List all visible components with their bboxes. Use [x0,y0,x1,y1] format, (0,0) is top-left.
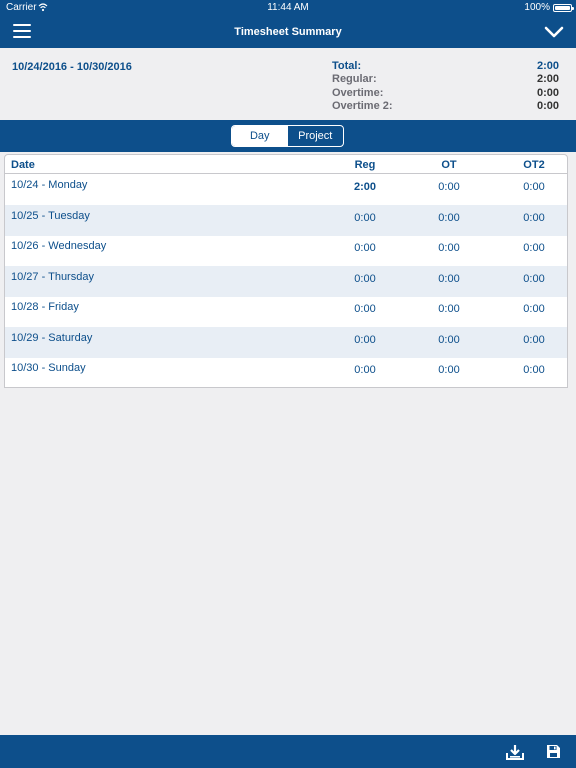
table-row[interactable]: 10/25 - Tuesday 0:00 0:00 0:00 [5,205,567,236]
summary-value: 0:00 [536,100,559,112]
battery-icon [553,4,574,12]
row-date: 10/25 - Tuesday [11,210,90,222]
timesheet-table: Date Reg OT OT2 10/24 - Monday 2:00 0:00… [4,154,568,388]
table-header: Date Reg OT OT2 [5,155,567,174]
row-ot2: 0:00 [523,242,545,254]
table-row[interactable]: 10/26 - Wednesday 0:00 0:00 0:00 [5,235,567,266]
summary-value: 2:00 [536,60,559,72]
row-date: 10/29 - Saturday [11,332,93,344]
summary-total: Total: 2:00 [332,60,559,73]
date-range: 10/24/2016 - 10/30/2016 [12,61,132,73]
summary-regular: Regular: 2:00 [332,73,559,86]
row-ot: 0:00 [438,303,460,315]
status-time: 11:44 AM [267,2,309,13]
row-ot: 0:00 [438,364,460,376]
row-ot2: 0:00 [523,273,545,285]
table-row[interactable]: 10/27 - Thursday 0:00 0:00 0:00 [5,266,567,297]
summary-panel: 10/24/2016 - 10/30/2016 Total: 2:00 Regu… [0,48,576,120]
bottom-toolbar [0,735,576,768]
row-ot: 0:00 [438,334,460,346]
status-bar: Carrier 11:44 AM 100% [0,0,576,16]
table-row[interactable]: 10/24 - Monday 2:00 0:00 0:00 [5,174,567,205]
row-ot2: 0:00 [523,334,545,346]
row-reg: 0:00 [354,212,376,224]
row-ot: 0:00 [438,273,460,285]
row-date: 10/28 - Friday [11,301,79,313]
summary-value: 2:00 [536,73,559,85]
summary-label: Regular: [332,73,377,85]
header-ot2: OT2 [523,159,545,171]
row-ot: 0:00 [438,242,460,254]
table-row[interactable]: 10/30 - Sunday 0:00 0:00 0:00 [5,357,567,387]
summary-overtime: Overtime: 0:00 [332,87,559,100]
segment-project[interactable]: Project [288,126,344,146]
save-icon[interactable] [546,744,561,759]
row-date: 10/27 - Thursday [11,271,94,283]
row-ot: 0:00 [438,212,460,224]
header-ot: OT [441,159,457,171]
view-segmented-control: Day Project [231,125,344,147]
summary-overtime-2: Overtime 2: 0:00 [332,100,559,113]
segment-day[interactable]: Day [232,126,288,146]
download-icon[interactable] [506,744,524,760]
table-row[interactable]: 10/28 - Friday 0:00 0:00 0:00 [5,296,567,327]
table-row[interactable]: 10/29 - Saturday 0:00 0:00 0:00 [5,327,567,358]
chevron-down-icon[interactable] [544,24,564,40]
summary-value: 0:00 [536,87,559,99]
view-toggle-bar: Day Project [0,120,576,152]
row-reg: 0:00 [354,334,376,346]
summary-label: Total: [332,60,362,72]
battery-percent: 100% [524,2,550,13]
page-title: Timesheet Summary [234,26,342,38]
row-ot2: 0:00 [523,212,545,224]
row-reg: 0:00 [354,364,376,376]
row-date: 10/30 - Sunday [11,362,86,374]
row-ot2: 0:00 [523,303,545,315]
row-date: 10/26 - Wednesday [11,240,107,252]
header-date: Date [11,159,35,171]
row-ot2: 0:00 [523,364,545,376]
top-bar: Carrier 11:44 AM 100% Timesheet Summary [0,0,576,48]
row-reg: 0:00 [354,273,376,285]
row-reg: 0:00 [354,242,376,254]
row-reg: 0:00 [354,303,376,315]
row-ot2: 0:00 [523,181,545,193]
row-reg: 2:00 [353,181,377,193]
summary-label: Overtime 2: [332,100,393,112]
row-date: 10/24 - Monday [11,179,88,191]
row-ot: 0:00 [438,181,460,193]
summary-label: Overtime: [332,87,384,99]
header-reg: Reg [354,159,376,171]
